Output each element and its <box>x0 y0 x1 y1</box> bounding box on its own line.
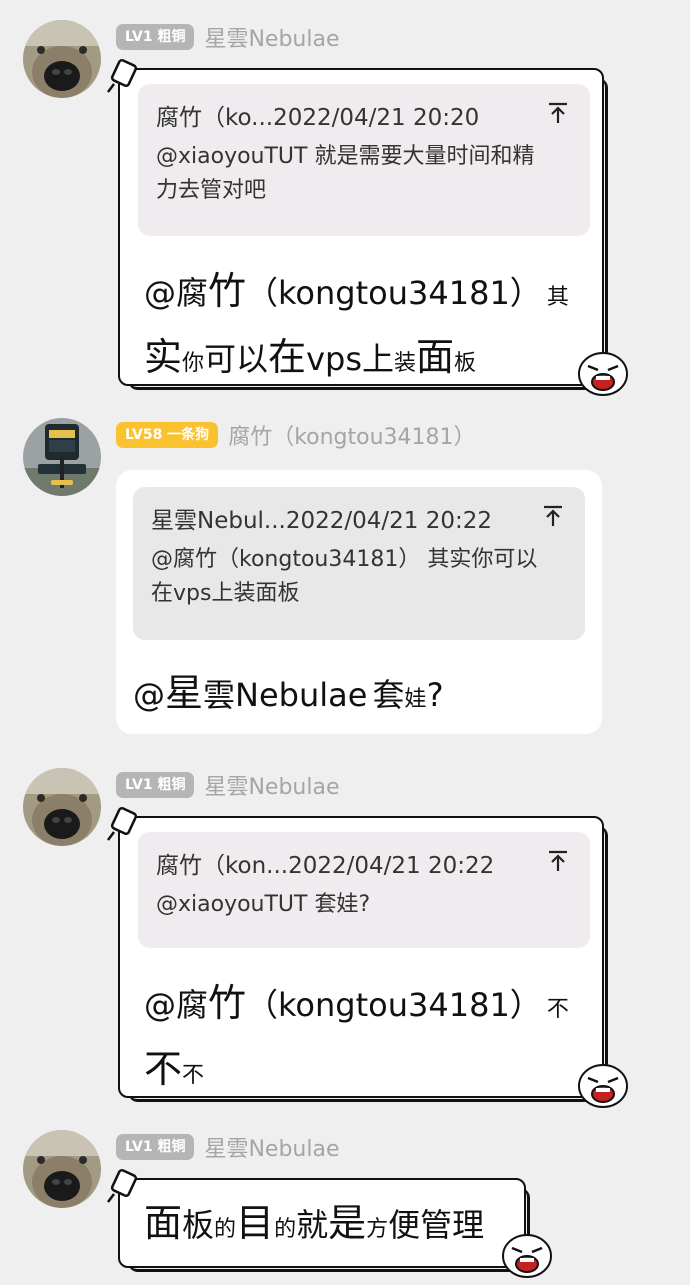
text-fragment: 你 <box>182 351 205 376</box>
text-fragment: （kongtou34181） <box>246 274 542 312</box>
quote-text: 力去管对吧 <box>156 178 267 203</box>
message-meta: LV1 粗铜 星雲Nebulae <box>116 22 339 52</box>
text-fragment: （kongtou34181） <box>246 986 542 1024</box>
text-fragment: 就 <box>296 1206 329 1244</box>
message-text: 面板的目的就是方便管理 <box>144 1194 514 1260</box>
text-fragment: 管理 <box>420 1206 485 1244</box>
quote-header: 腐竹（kon...2022/04/21 20:22 <box>156 853 495 879</box>
text-fragment: 可以 <box>204 340 269 378</box>
quoted-reply[interactable]: 星雲Nebul...2022/04/21 20:22 @腐竹（kongtou34… <box>133 487 585 640</box>
message-bubble: 星雲Nebul...2022/04/21 20:22 @腐竹（kongtou34… <box>116 470 602 734</box>
pushpin-icon <box>106 1168 140 1204</box>
text-fragment: 面 <box>416 335 455 379</box>
quoted-reply[interactable]: 腐竹（ko...2022/04/21 20:20 @xiaoyouTUT 就是需… <box>138 84 590 236</box>
pin-to-top-icon[interactable] <box>544 850 572 877</box>
avatar[interactable] <box>23 20 101 98</box>
text-fragment: 方 <box>366 1217 389 1242</box>
username[interactable]: 星雲Nebulae <box>204 1131 339 1163</box>
text-fragment: 星 <box>165 671 204 715</box>
username[interactable]: 星雲Nebulae <box>204 21 339 53</box>
message-meta: LV1 粗铜 星雲Nebulae <box>116 1132 339 1162</box>
text-fragment: 便 <box>388 1206 421 1244</box>
message-text: @腐竹（kongtou34181） 不 不不 <box>144 974 584 1106</box>
text-fragment: vps <box>306 340 362 378</box>
text-fragment: 的 <box>274 1217 297 1242</box>
text-fragment: 实 <box>144 335 183 379</box>
quote-text: @腐竹（kongtou34181） 其实你可以 <box>151 547 538 572</box>
avatar[interactable] <box>23 1130 101 1208</box>
text-fragment: 板 <box>454 351 477 376</box>
text-fragment: 不 <box>144 1047 183 1091</box>
text-fragment: @腐 <box>144 274 209 312</box>
level-badge: LV1 粗铜 <box>116 1134 195 1160</box>
text-fragment: 竹 <box>208 269 247 313</box>
avatar[interactable] <box>23 418 101 496</box>
pushpin-icon <box>106 58 140 94</box>
text-fragment: 目 <box>236 1201 275 1245</box>
pin-to-top-icon[interactable] <box>539 505 567 532</box>
text-fragment: 的 <box>214 1217 237 1242</box>
quote-header: 星雲Nebul...2022/04/21 20:22 <box>151 508 493 534</box>
quote-text: @xiaoyouTUT 套娃? <box>156 892 371 917</box>
text-fragment: 面 <box>144 1201 183 1245</box>
message-meta: LV1 粗铜 星雲Nebulae <box>116 770 339 800</box>
text-fragment: @腐 <box>144 986 209 1024</box>
text-fragment: 其 <box>546 285 569 310</box>
text-fragment: Nebulae <box>235 676 368 714</box>
quote-text: 在vps上装面板 <box>151 581 300 606</box>
message-text: @腐竹（kongtou34181） 其 实你可以在vps上装面板 <box>144 262 584 394</box>
text-fragment: 娃 <box>404 687 427 712</box>
rage-face-icon <box>574 348 632 398</box>
text-fragment: 雲 <box>203 676 236 714</box>
quoted-reply[interactable]: 腐竹（kon...2022/04/21 20:22 @xiaoyouTUT 套娃… <box>138 832 590 948</box>
text-fragment: 不 <box>182 1063 205 1088</box>
text-fragment: 不 <box>546 997 569 1022</box>
quote-text: @xiaoyouTUT 就是需要大量时间和精 <box>156 144 535 169</box>
text-fragment: ? <box>426 676 444 714</box>
text-fragment: 竹 <box>208 981 247 1025</box>
username[interactable]: 星雲Nebulae <box>204 769 339 801</box>
rage-face-icon <box>498 1230 556 1280</box>
rage-face-icon <box>574 1060 632 1110</box>
username[interactable]: 腐竹（kongtou34181） <box>228 419 475 451</box>
doodle-bubble: 面板的目的就是方便管理 <box>118 1178 530 1272</box>
text-fragment: 是 <box>328 1201 367 1245</box>
level-badge: LV1 粗铜 <box>116 772 195 798</box>
text-fragment: 套 <box>372 676 405 714</box>
message-text: @星雲Nebulae 套娃? <box>133 664 583 730</box>
level-badge: LV58 一条狗 <box>116 422 219 448</box>
text-fragment: @ <box>133 676 165 714</box>
pushpin-icon <box>106 806 140 842</box>
doodle-bubble: 腐竹（kon...2022/04/21 20:22 @xiaoyouTUT 套娃… <box>118 816 608 1102</box>
text-fragment: 上 <box>361 340 394 378</box>
message-meta: LV58 一条狗 腐竹（kongtou34181） <box>116 420 476 450</box>
text-fragment: 在 <box>268 335 307 379</box>
pin-to-top-icon[interactable] <box>544 102 572 129</box>
text-fragment: 板 <box>182 1206 215 1244</box>
text-fragment: 装 <box>394 351 417 376</box>
quote-header: 腐竹（ko...2022/04/21 20:20 <box>156 105 480 131</box>
level-badge: LV1 粗铜 <box>116 24 195 50</box>
doodle-bubble: 腐竹（ko...2022/04/21 20:20 @xiaoyouTUT 就是需… <box>118 68 608 390</box>
avatar[interactable] <box>23 768 101 846</box>
